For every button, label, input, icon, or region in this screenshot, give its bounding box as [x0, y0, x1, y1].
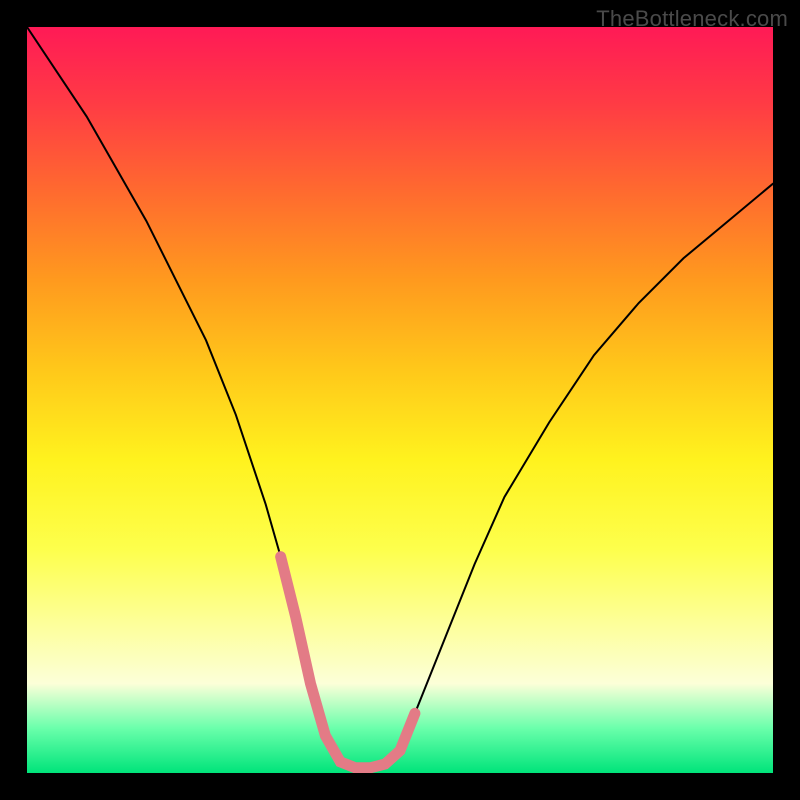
- chart-frame: TheBottleneck.com: [0, 0, 800, 800]
- curve-svg: [27, 27, 773, 773]
- main-curve: [27, 27, 773, 768]
- bottom-highlight: [281, 557, 415, 768]
- plot-area: [27, 27, 773, 773]
- watermark-text: TheBottleneck.com: [596, 6, 788, 32]
